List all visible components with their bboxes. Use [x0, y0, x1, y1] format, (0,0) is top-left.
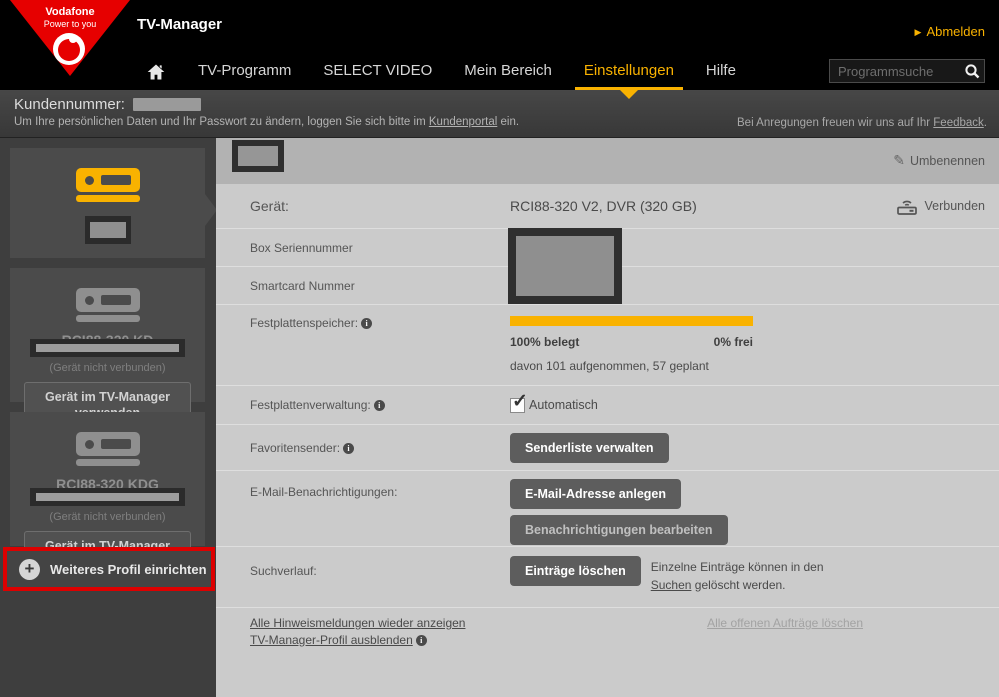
favorites-label: Favoritensender: i — [250, 441, 510, 455]
dvr-device-icon-base — [75, 315, 140, 322]
storage-used-label: 100% belegt — [510, 335, 580, 349]
smartcard-label: Smartcard Nummer — [250, 278, 355, 293]
disk-management-label: Festplattenverwaltung: i — [250, 398, 510, 412]
plus-icon: + — [19, 558, 40, 580]
nav-einstellungen[interactable]: Einstellungen — [574, 54, 684, 99]
search-history-row: Suchverlauf: Einträge löschen Einzelne E… — [216, 546, 999, 607]
feedback-text: Bei Anregungen freuen wir uns auf Ihr Fe… — [737, 117, 987, 129]
settings-panel: ✎ Umbenennen Gerät: RCI88-320 V2, DVR (32… — [216, 138, 999, 697]
device-sidebar: RCI88-320 KD (Gerät nicht verbunden) Ger… — [0, 138, 217, 697]
create-email-button[interactable]: E-Mail-Adresse anlegen — [510, 479, 682, 509]
program-search — [829, 59, 985, 83]
search-input[interactable] — [830, 63, 962, 79]
device-card-kd[interactable]: RCI88-320 KD (Gerät nicht verbunden) Ger… — [10, 268, 205, 429]
redaction-device-id — [30, 488, 185, 506]
highlight-annotation-box: + Weiteres Profil einrichten — [3, 547, 215, 591]
storage-label: Festplattenspeicher: i — [250, 316, 510, 330]
storage-bar-fill — [510, 316, 753, 326]
info-icon[interactable]: i — [361, 318, 373, 329]
feedback-link[interactable]: Feedback — [933, 117, 984, 129]
edit-notifications-button[interactable]: Benachrichtigungen bearbeiten — [510, 515, 728, 545]
device-status: (Gerät nicht verbunden) — [49, 511, 166, 523]
main-nav: TV-Programm SELECT VIDEO Mein Bereich Ei… — [146, 54, 736, 99]
serial-label: Box Seriennummer — [250, 240, 353, 255]
info-icon[interactable]: i — [415, 635, 427, 646]
redaction-profile-name — [232, 140, 284, 172]
delete-open-jobs-link[interactable]: Alle offenen Aufträge löschen — [707, 616, 863, 650]
device-row: Gerät: RCI88-320 V2, DVR (320 GB) Verbun… — [216, 184, 999, 228]
search-icon[interactable] — [962, 62, 984, 80]
logout-arrow-icon: ▶ — [914, 27, 922, 37]
automatic-checkbox[interactable]: ✓ — [510, 391, 528, 413]
subheader-bar: Kundennummer: Um Ihre persönlichen Daten… — [0, 90, 999, 138]
top-header: Vodafone Power to you TV-Manager ▶ Abmeld… — [0, 0, 999, 99]
device-card-kdg[interactable]: RCI88-320 KDG (Gerät nicht verbunden) Ge… — [10, 412, 205, 578]
checkmark-icon: ✓ — [512, 390, 528, 412]
dvr-device-icon-base — [75, 195, 140, 202]
storage-usage-bar: 100% belegt 0% frei davon 101 aufgenomme… — [510, 316, 753, 373]
home-icon[interactable] — [146, 62, 166, 82]
customer-number-line: Kundennummer: — [14, 96, 201, 113]
dvr-device-icon-base — [75, 459, 140, 466]
email-notifications-label: E-Mail-Benachrichtigungen: — [250, 485, 398, 499]
redaction-active-device-name — [84, 216, 131, 244]
delete-entries-button[interactable]: Einträge löschen — [510, 556, 641, 586]
logout-link[interactable]: ▶ Abmelden — [915, 24, 985, 39]
search-history-label: Suchverlauf: — [250, 564, 317, 578]
favorites-row: Favoritensender: i Senderliste verwalten — [216, 424, 999, 470]
nav-tv-programm[interactable]: TV-Programm — [198, 54, 291, 90]
nav-select-video[interactable]: SELECT VIDEO — [323, 54, 432, 90]
device-card-active[interactable] — [10, 148, 217, 258]
rename-button[interactable]: ✎ Umbenennen — [893, 152, 985, 169]
profile-header-strip: ✎ Umbenennen — [216, 138, 999, 184]
connected-label: Verbunden — [924, 199, 985, 213]
device-status: (Gerät nicht verbunden) — [49, 362, 166, 374]
suchen-link[interactable]: Suchen — [651, 578, 692, 592]
pencil-icon: ✎ — [893, 152, 905, 168]
vodafone-speechmark-icon — [53, 33, 85, 65]
dvr-device-icon — [75, 288, 140, 312]
email-notifications-row: E-Mail-Benachrichtigungen: E-Mail-Adress… — [216, 470, 999, 546]
add-profile-button[interactable]: + Weiteres Profil einrichten — [7, 551, 211, 587]
nav-mein-bereich[interactable]: Mein Bereich — [464, 54, 552, 90]
customer-info-text: Um Ihre persönlichen Daten und Ihr Passw… — [14, 116, 520, 128]
redaction-device-id — [30, 339, 185, 357]
show-hints-link[interactable]: Alle Hinweismeldungen wieder anzeigen — [250, 616, 465, 630]
hide-profile-link[interactable]: TV-Manager-Profil ausblenden i — [250, 633, 465, 647]
manage-channel-list-button[interactable]: Senderliste verwalten — [510, 432, 669, 463]
device-label: Gerät: — [250, 198, 289, 214]
storage-bar-track — [510, 316, 753, 326]
app-title: TV-Manager — [137, 16, 223, 33]
storage-detail: davon 101 aufgenommen, 57 geplant — [510, 359, 709, 373]
info-icon[interactable]: i — [373, 400, 385, 411]
redaction-customer-number — [132, 98, 201, 111]
footer-links: Alle Hinweismeldungen wieder anzeigen TV… — [216, 607, 999, 650]
vodafone-brand-text: Vodafone — [45, 6, 95, 18]
connected-device-icon — [896, 200, 917, 215]
kundenportal-link[interactable]: Kundenportal — [429, 116, 497, 128]
dvr-device-icon-active — [75, 168, 140, 192]
storage-free-label: 0% frei — [713, 335, 753, 349]
automatic-label: Automatisch — [529, 398, 598, 412]
info-icon[interactable]: i — [343, 442, 355, 454]
disk-management-row: Festplattenverwaltung: i ✓ Automatisch — [216, 385, 999, 424]
device-value: RCI88-320 V2, DVR (320 GB) — [510, 198, 697, 214]
dvr-device-icon — [75, 432, 140, 456]
vodafone-tagline: Power to you — [43, 19, 97, 29]
page: Vodafone Power to you TV-Manager ▶ Abmeld… — [0, 0, 999, 697]
storage-row: Festplattenspeicher: i 100% belegt 0% fre… — [216, 304, 999, 385]
search-history-note: Einzelne Einträge können in den Suchen g… — [650, 560, 824, 592]
connection-status: Verbunden — [895, 197, 985, 216]
vodafone-logo[interactable]: Vodafone Power to you — [10, 0, 130, 80]
redaction-serial-numbers — [508, 228, 622, 304]
nav-hilfe[interactable]: Hilfe — [706, 54, 736, 90]
